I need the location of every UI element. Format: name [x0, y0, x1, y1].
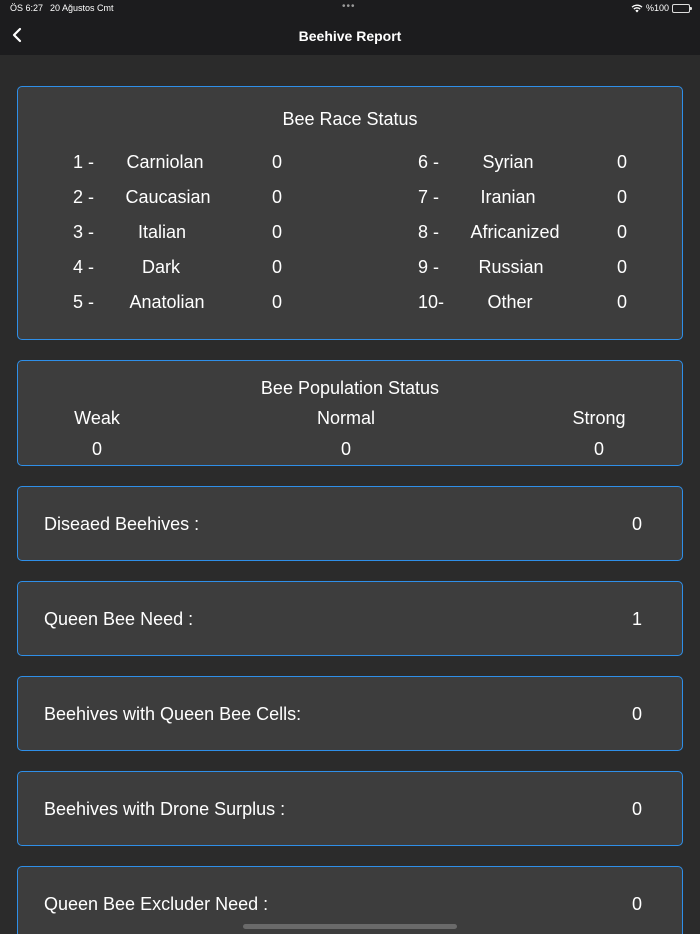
race-name: Iranian — [480, 187, 536, 207]
status-date: 20 Ağustos Cmt — [50, 3, 114, 13]
race-name: Caucasian — [125, 187, 211, 207]
race-name: Russian — [478, 257, 544, 277]
queen-bee-cells-card: Beehives with Queen Bee Cells: 0 — [17, 676, 683, 751]
page-title: Beehive Report — [298, 28, 402, 44]
population-weak-value: 0 — [91, 439, 102, 459]
race-name: Africanized — [470, 222, 560, 242]
row-label: Queen Bee Need : — [44, 609, 194, 629]
row-label: Beehives with Queen Bee Cells: — [44, 704, 302, 724]
beehive-report-screen: ÖS 6:27 20 Ağustos Cmt ••• %100 Beehive … — [0, 0, 700, 934]
race-value: 0 — [271, 257, 282, 277]
multitasking-dots[interactable]: ••• — [342, 1, 356, 12]
race-name: Carniolan — [126, 152, 204, 172]
battery-icon — [672, 3, 692, 13]
population-normal-value: 0 — [340, 439, 351, 459]
race-name: Anatolian — [129, 292, 205, 312]
top-bar: ÖS 6:27 20 Ağustos Cmt ••• %100 Beehive … — [0, 0, 700, 55]
bee-population-status-title: Bee Population Status — [260, 378, 440, 398]
population-normal-label: Normal — [316, 408, 375, 428]
race-value: 0 — [271, 152, 282, 172]
race-value: 0 — [271, 187, 282, 207]
bee-population-status-card: Bee Population Status Weak Normal Strong… — [17, 360, 683, 466]
diseased-beehives-card: Diseaed Beehives : 0 — [17, 486, 683, 561]
battery-percent: %100 — [645, 3, 669, 13]
row-label: Beehives with Drone Surplus : — [44, 799, 286, 819]
row-value: 0 — [631, 514, 642, 534]
race-name: Other — [487, 292, 533, 312]
row-label: Diseaed Beehives : — [44, 514, 200, 534]
row-value: 0 — [631, 894, 642, 914]
wifi-icon — [631, 4, 643, 12]
bee-race-status-card: Bee Race Status 1 - Carniolan 0 2 - Cauc… — [17, 86, 683, 340]
race-value: 0 — [616, 187, 627, 207]
bee-race-status-title: Bee Race Status — [282, 109, 418, 129]
population-strong-label: Strong — [572, 408, 626, 428]
population-weak-label: Weak — [74, 408, 120, 428]
home-indicator[interactable] — [243, 924, 457, 929]
race-name: Syrian — [482, 152, 534, 172]
race-value: 0 — [616, 222, 627, 242]
race-value: 0 — [616, 292, 627, 312]
queen-bee-need-card: Queen Bee Need : 1 — [17, 581, 683, 656]
drone-surplus-card: Beehives with Drone Surplus : 0 — [17, 771, 683, 846]
race-value: 0 — [271, 222, 282, 242]
race-name: Dark — [141, 257, 180, 277]
row-value: 0 — [631, 704, 642, 724]
population-strong-value: 0 — [593, 439, 604, 459]
row-value: 0 — [631, 799, 642, 819]
row-value: 1 — [631, 609, 642, 629]
race-value: 0 — [616, 152, 627, 172]
race-value: 0 — [271, 292, 282, 312]
row-label: Queen Bee Excluder Need : — [44, 894, 269, 914]
race-name: Italian — [137, 222, 187, 242]
status-right: %100 — [631, 3, 692, 13]
status-time: ÖS 6:27 — [10, 3, 44, 13]
race-value: 0 — [616, 257, 627, 277]
